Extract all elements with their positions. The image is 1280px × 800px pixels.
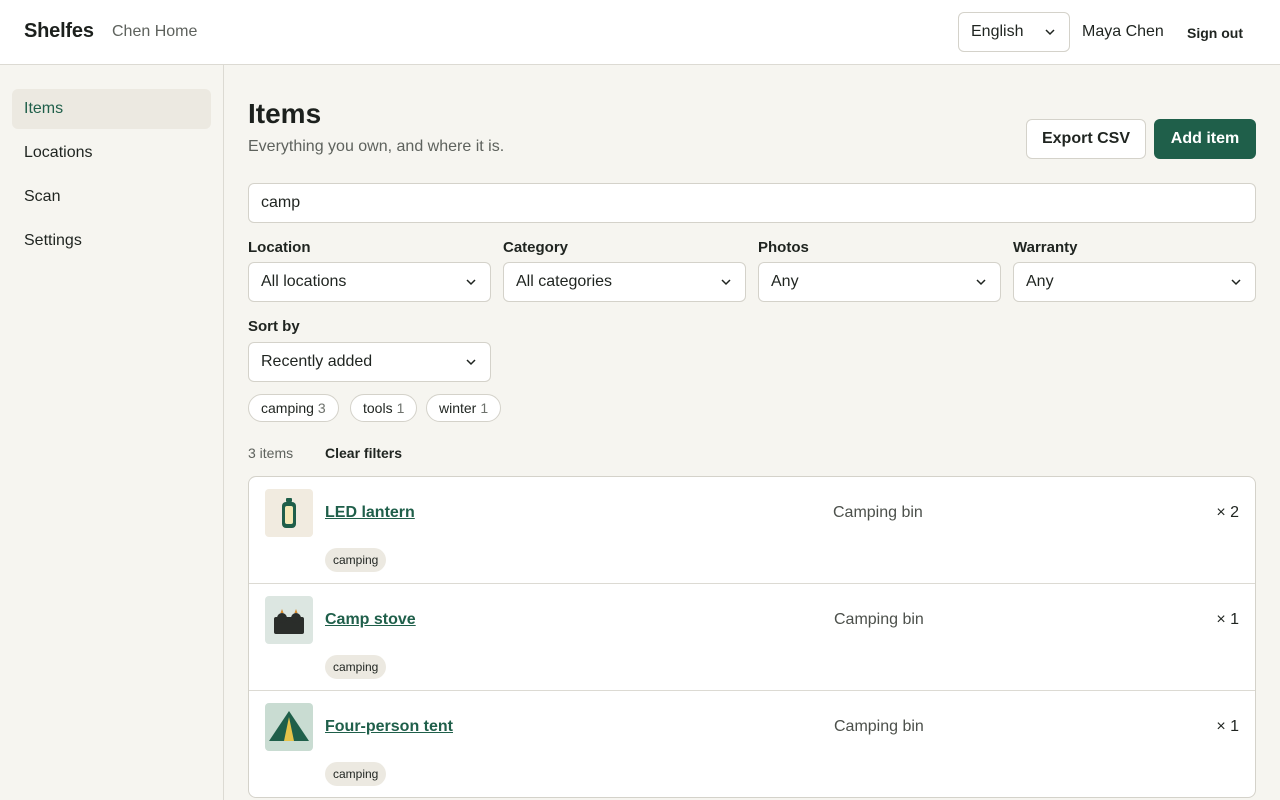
user-name: Maya Chen bbox=[1082, 23, 1164, 40]
sidebar-item-settings[interactable]: Settings bbox=[12, 221, 211, 261]
sign-out-button[interactable]: Sign out bbox=[1187, 25, 1243, 41]
language-value: English bbox=[971, 23, 1024, 40]
item-tag: camping bbox=[325, 762, 387, 786]
lantern-icon bbox=[265, 489, 313, 537]
tag-name: tools bbox=[363, 400, 393, 416]
tag-name: winter bbox=[439, 400, 477, 416]
sort-select[interactable]: Recently added bbox=[248, 342, 491, 382]
item-quantity: × 2 bbox=[1216, 504, 1239, 521]
list-item[interactable]: LED lantern Camping bin × 2 camping bbox=[249, 477, 1255, 584]
top-bar: Shelfes Chen Home English Maya Chen Sign… bbox=[0, 0, 1280, 65]
sort-value: Recently added bbox=[261, 353, 373, 370]
item-quantity: × 1 bbox=[1216, 718, 1239, 735]
warranty-filter-label: Warranty bbox=[1013, 239, 1078, 256]
photos-filter-label: Photos bbox=[758, 239, 809, 256]
sidebar-item-scan[interactable]: Scan bbox=[12, 177, 211, 217]
chevron-down-icon bbox=[466, 359, 476, 366]
export-csv-button[interactable]: Export CSV bbox=[1026, 119, 1146, 159]
sidebar: Items Locations Scan Settings bbox=[0, 65, 224, 800]
sidebar-item-items[interactable]: Items bbox=[12, 89, 211, 129]
category-filter-select[interactable]: All categories bbox=[503, 262, 746, 302]
category-filter-label: Category bbox=[503, 239, 569, 256]
tag-name: camping bbox=[261, 400, 314, 416]
sort-label: Sort by bbox=[248, 318, 300, 335]
list-item[interactable]: Camp stove Camping bin × 1 camping bbox=[249, 584, 1255, 691]
item-name-link[interactable]: Camp stove bbox=[325, 611, 416, 629]
list-item[interactable]: Four-person tent Camping bin × 1 camping bbox=[249, 691, 1255, 797]
tent-icon bbox=[265, 703, 313, 751]
tag-filter-winter[interactable]: winter 1 bbox=[426, 394, 502, 422]
household-name: Chen Home bbox=[112, 23, 198, 40]
add-item-button[interactable]: Add item bbox=[1154, 119, 1256, 159]
chevron-down-icon bbox=[721, 279, 731, 286]
stove-icon bbox=[265, 596, 313, 644]
item-location: Camping bin bbox=[833, 504, 923, 521]
item-location: Camping bin bbox=[834, 611, 924, 628]
tag-count: 1 bbox=[480, 400, 489, 416]
tag-filter-tools[interactable]: tools 1 bbox=[350, 394, 418, 422]
clear-filters-button[interactable]: Clear filters bbox=[325, 445, 402, 461]
location-filter-label: Location bbox=[248, 239, 311, 256]
chevron-down-icon bbox=[976, 279, 986, 286]
item-list: LED lantern Camping bin × 2 camping Camp… bbox=[248, 476, 1256, 798]
tag-filter-camping[interactable]: camping 3 bbox=[248, 394, 339, 422]
tag-count: 3 bbox=[317, 400, 326, 416]
item-name-link[interactable]: LED lantern bbox=[325, 504, 415, 522]
tag-count: 1 bbox=[396, 400, 405, 416]
photos-filter-select[interactable]: Any bbox=[758, 262, 1001, 302]
location-filter-value: All locations bbox=[261, 273, 347, 290]
item-quantity: × 1 bbox=[1216, 611, 1239, 628]
warranty-filter-value: Any bbox=[1026, 273, 1054, 290]
page-subtitle: Everything you own, and where it is. bbox=[248, 138, 505, 155]
warranty-filter-select[interactable]: Any bbox=[1013, 262, 1256, 302]
item-tag: camping bbox=[325, 655, 387, 679]
item-name-link[interactable]: Four-person tent bbox=[325, 718, 453, 736]
location-filter-select[interactable]: All locations bbox=[248, 262, 491, 302]
chevron-down-icon bbox=[466, 279, 476, 286]
chevron-down-icon bbox=[1231, 279, 1241, 286]
brand-logo[interactable]: Shelfes bbox=[24, 20, 94, 43]
item-location: Camping bin bbox=[834, 718, 924, 735]
chevron-down-icon bbox=[1045, 29, 1055, 36]
photos-filter-value: Any bbox=[771, 273, 799, 290]
language-select[interactable]: English bbox=[958, 12, 1070, 52]
search-input[interactable] bbox=[248, 183, 1256, 223]
category-filter-value: All categories bbox=[516, 273, 613, 290]
item-tag: camping bbox=[325, 548, 387, 572]
result-count: 3 items bbox=[248, 445, 294, 461]
page-title: Items bbox=[248, 98, 322, 129]
sidebar-item-locations[interactable]: Locations bbox=[12, 133, 211, 173]
